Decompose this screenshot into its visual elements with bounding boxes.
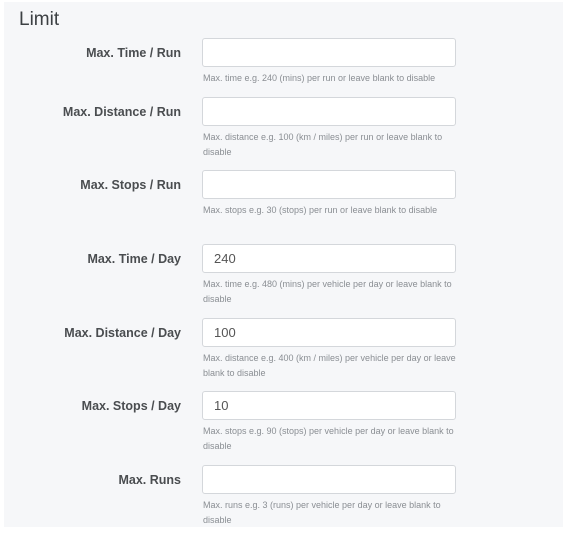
- field-label: Max. Distance / Run: [62, 105, 181, 119]
- field-help-text: Max. distance e.g. 400 (km / miles) per …: [203, 353, 456, 378]
- field-label: Max. Runs: [118, 473, 181, 487]
- max-distance-day-input[interactable]: [202, 318, 456, 347]
- field-help-text: Max. time e.g. 480 (mins) per vehicle pe…: [203, 279, 452, 304]
- field-help-text: Max. distance e.g. 100 (km / miles) per …: [203, 132, 443, 157]
- field-label: Max. Time / Day: [87, 252, 181, 266]
- max-runs-input[interactable]: [202, 465, 456, 494]
- limit-panel: Limit Max. Time / Run Max. time e.g. 240…: [4, 2, 563, 527]
- field-help-text: Max. stops e.g. 30 (stops) per run or le…: [203, 205, 438, 215]
- max-stops-run-input[interactable]: [202, 170, 456, 199]
- max-stops-day-input[interactable]: [202, 391, 456, 420]
- field-label: Max. Time / Run: [86, 46, 181, 60]
- field-help-text: Max. runs e.g. 3 (runs) per vehicle per …: [203, 500, 441, 525]
- max-distance-run-input[interactable]: [202, 97, 456, 126]
- section-title: Limit: [19, 9, 60, 30]
- max-time-day-input[interactable]: [202, 244, 456, 273]
- field-help-text: Max. time e.g. 240 (mins) per run or lea…: [203, 73, 436, 83]
- field-help-text: Max. stops e.g. 90 (stops) per vehicle p…: [203, 426, 454, 451]
- field-label: Max. Stops / Day: [81, 399, 181, 413]
- max-time-run-input[interactable]: [202, 38, 456, 67]
- field-label: Max. Distance / Day: [64, 326, 181, 340]
- field-label: Max. Stops / Run: [80, 178, 181, 192]
